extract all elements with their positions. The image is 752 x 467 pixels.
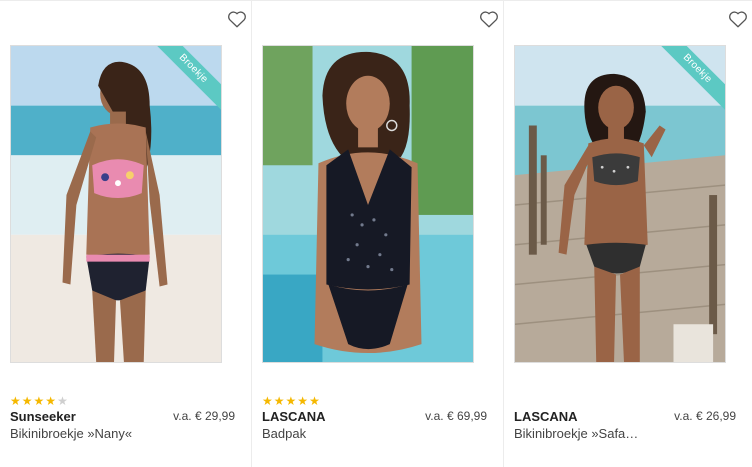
rating-stars: ★ ★ ★ ★ ★ xyxy=(262,395,320,407)
product-price: v.a. € 26,99 xyxy=(674,409,736,423)
ribbon-badge: Broekje xyxy=(155,46,221,112)
star-icon: ★ xyxy=(297,394,309,408)
ribbon-badge: Broekje xyxy=(659,46,725,112)
product-card[interactable]: Broekje ★ ★ ★ ★ ★ Sunseeker v.a. € 29,99… xyxy=(0,0,252,467)
star-icon: ★ xyxy=(273,394,285,408)
star-icon: ★ xyxy=(309,394,320,408)
product-grid: Broekje ★ ★ ★ ★ ★ Sunseeker v.a. € 29,99… xyxy=(0,0,752,467)
product-image[interactable] xyxy=(262,45,474,363)
heart-icon[interactable] xyxy=(479,10,499,28)
star-icon: ★ xyxy=(57,394,68,408)
product-image[interactable]: Broekje xyxy=(514,45,726,363)
product-card[interactable]: ★ ★ ★ ★ ★ LASCANA v.a. € 69,99 Badpak xyxy=(252,0,504,467)
star-icon: ★ xyxy=(262,394,273,408)
star-icon: ★ xyxy=(21,394,33,408)
product-price: v.a. € 29,99 xyxy=(173,409,235,423)
product-title[interactable]: Bikinibroekje »Safa… xyxy=(514,426,638,441)
star-icon: ★ xyxy=(33,394,45,408)
product-brand[interactable]: LASCANA xyxy=(262,409,326,424)
heart-icon[interactable] xyxy=(728,10,748,28)
product-image[interactable]: Broekje xyxy=(10,45,222,363)
rating-stars: ★ ★ ★ ★ ★ xyxy=(10,395,68,407)
star-icon: ★ xyxy=(45,394,57,408)
product-price: v.a. € 69,99 xyxy=(425,409,487,423)
product-title[interactable]: Badpak xyxy=(262,426,306,441)
product-card[interactable]: Broekje LASCANA v.a. € 26,99 Bikinibroek… xyxy=(504,0,752,467)
star-icon: ★ xyxy=(285,394,297,408)
product-brand[interactable]: Sunseeker xyxy=(10,409,76,424)
star-icon: ★ xyxy=(10,394,21,408)
product-title[interactable]: Bikinibroekje »Nany« xyxy=(10,426,132,441)
product-brand[interactable]: LASCANA xyxy=(514,409,578,424)
heart-icon[interactable] xyxy=(227,10,247,28)
